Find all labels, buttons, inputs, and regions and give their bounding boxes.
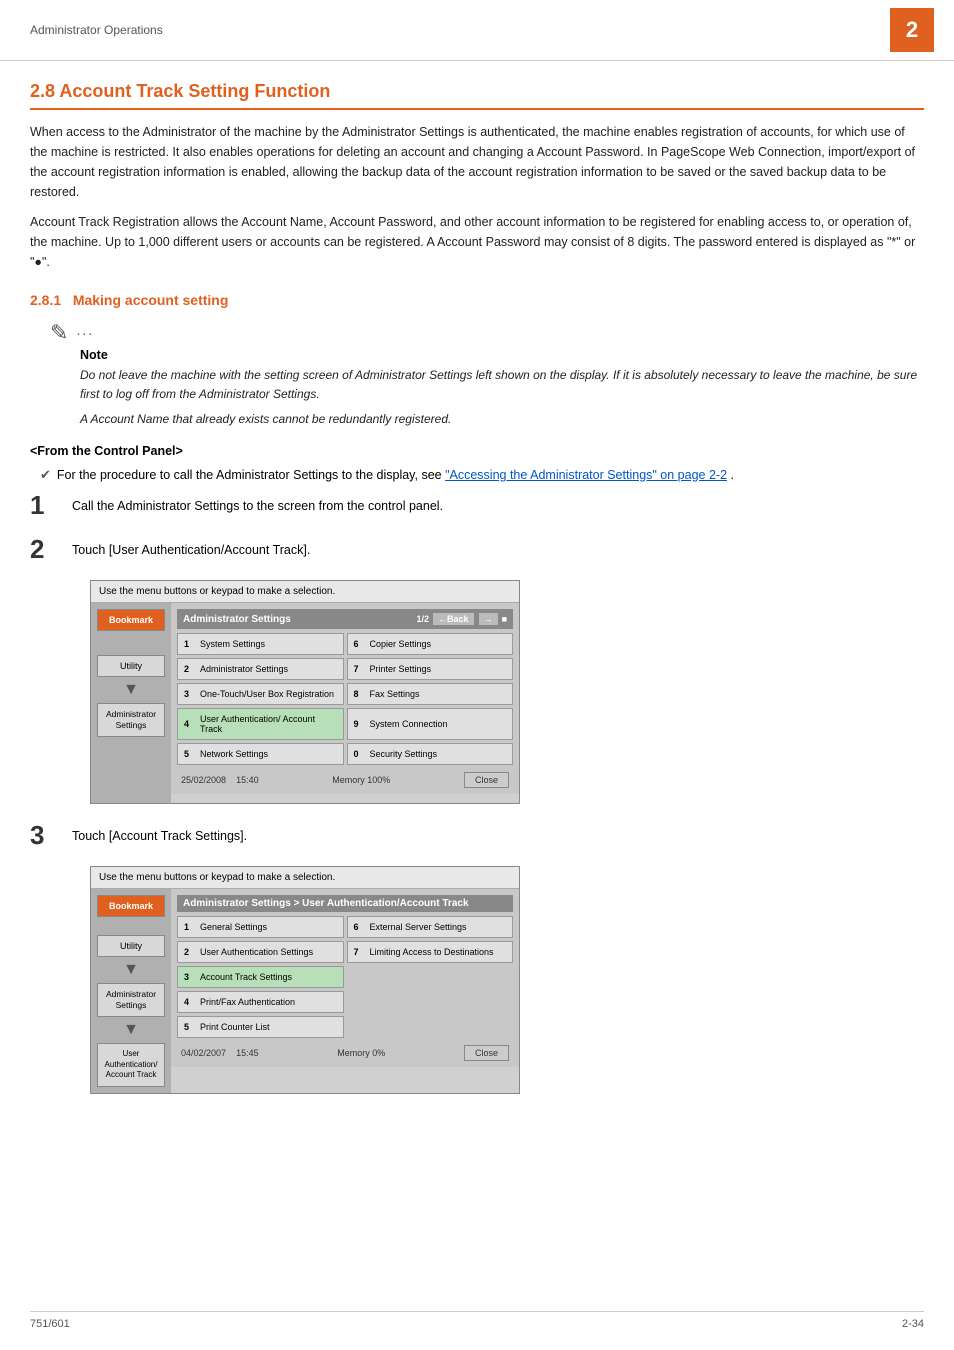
section-number: 2.8: [30, 81, 55, 101]
note-icon-row: ✎ ...: [50, 322, 924, 344]
screen1-grid: 1 System Settings 6 Copier Settings 2 Ad…: [177, 633, 513, 765]
sub-heading: 2.8.1 Making account setting: [30, 292, 924, 308]
screen1-btn-3[interactable]: 3 One-Touch/User Box Registration: [177, 683, 344, 705]
screen1-admin-btn[interactable]: Administrator Settings: [97, 703, 165, 737]
screen1-title: Administrator Settings: [183, 614, 291, 625]
screen2-btn-5[interactable]: 5 Print Counter List: [177, 1016, 344, 1038]
screen1-footer-memory: Memory 100%: [332, 775, 390, 785]
screen2-btn-6[interactable]: 6 External Server Settings: [347, 916, 514, 938]
screen2-inner: Administrator Settings > User Authentica…: [171, 889, 519, 1067]
screen1-footer-date: 25/02/2008 15:40: [181, 775, 259, 785]
subsection-title: Making account setting: [73, 292, 229, 308]
intro-para1: When access to the Administrator of the …: [30, 122, 924, 202]
step-3: 3 Touch [Account Track Settings].: [30, 822, 924, 848]
screen1-title-bar: Administrator Settings 1/2 ←Back → ■: [177, 609, 513, 629]
subsection-number: 2.8.1: [30, 292, 61, 308]
screen1-btn-8[interactable]: 8 Fax Settings: [347, 683, 514, 705]
screen2-footer: 04/02/2007 15:45 Memory 0% Close: [177, 1042, 513, 1061]
screen1-btn-1[interactable]: 1 System Settings: [177, 633, 344, 655]
screen1-close-btn[interactable]: Close: [464, 772, 509, 788]
screen2-sidebar-panel: Bookmark Utility ▼ Administrator Setting…: [91, 889, 519, 1092]
screen1-arrow-icon: ▼: [123, 681, 139, 699]
screen2-arrow1-icon: ▼: [123, 961, 139, 979]
screen1-inner: Administrator Settings 1/2 ←Back → ■ 1: [171, 603, 519, 794]
screen1-btn-6[interactable]: 6 Copier Settings: [347, 633, 514, 655]
step-1: 1 Call the Administrator Settings to the…: [30, 492, 924, 518]
screen2-btn-7[interactable]: 7 Limiting Access to Destinations: [347, 941, 514, 963]
step-2-text: Touch [User Authentication/Account Track…: [72, 536, 310, 560]
screen1-footer: 25/02/2008 15:40 Memory 100% Close: [177, 769, 513, 788]
footer-left: 751/601: [30, 1318, 70, 1330]
page-container: Administrator Operations 2 2.8 Account T…: [0, 0, 954, 1350]
note-text1: Do not leave the machine with the settin…: [80, 366, 924, 404]
step-1-number: 1: [30, 492, 58, 518]
screen2-bookmark-btn[interactable]: Bookmark: [97, 895, 165, 917]
step-3-number: 3: [30, 822, 58, 848]
screen2-content: Administrator Settings > User Authentica…: [171, 889, 519, 1092]
screen2-btn-2[interactable]: 2 User Authentication Settings: [177, 941, 344, 963]
control-panel-label: <From the Control Panel>: [30, 444, 924, 458]
screen2-admin-btn[interactable]: Administrator Settings: [97, 983, 165, 1017]
step-2: 2 Touch [User Authentication/Account Tra…: [30, 536, 924, 562]
screen1-btn-5[interactable]: 5 Network Settings: [177, 743, 344, 765]
section-title: Account Track Setting Function: [59, 81, 330, 101]
section-heading: 2.8 Account Track Setting Function: [30, 81, 924, 110]
checkmark-icon: ✔: [40, 467, 51, 483]
page-header: Administrator Operations 2: [0, 0, 954, 61]
footer-right: 2-34: [902, 1318, 924, 1330]
screen1-btn-7[interactable]: 7 Printer Settings: [347, 658, 514, 680]
screen1-content: Administrator Settings 1/2 ←Back → ■ 1: [171, 603, 519, 803]
screen-mockup-2: Use the menu buttons or keypad to make a…: [90, 866, 520, 1093]
note-symbol-icon: ✎: [50, 322, 68, 344]
screen1-instruction: Use the menu buttons or keypad to make a…: [91, 581, 519, 603]
main-content: 2.8 Account Track Setting Function When …: [0, 61, 954, 1134]
step-2-number: 2: [30, 536, 58, 562]
page-number: 2: [906, 17, 918, 43]
screen1-bookmark-btn[interactable]: Bookmark: [97, 609, 165, 631]
screen2-btn-4[interactable]: 4 Print/Fax Authentication: [177, 991, 344, 1013]
intro-para2: Account Track Registration allows the Ac…: [30, 212, 924, 272]
screen2-btn-1[interactable]: 1 General Settings: [177, 916, 344, 938]
screen2-utility-btn[interactable]: Utility: [97, 935, 165, 957]
screen2-empty-cell2: [347, 991, 514, 1013]
screen2-empty-cell: [347, 966, 514, 988]
bullet-text: For the procedure to call the Administra…: [57, 466, 734, 485]
screen1-btn-2[interactable]: 2 Administrator Settings: [177, 658, 344, 680]
bullet-item: ✔ For the procedure to call the Administ…: [40, 466, 924, 485]
screen2-footer-date: 04/02/2007 15:45: [181, 1048, 259, 1058]
screen1-sidebar: Bookmark Utility ▼ Administrator Setting…: [91, 603, 171, 803]
screen2-title-bar: Administrator Settings > User Authentica…: [177, 895, 513, 912]
page-footer: 751/601 2-34: [30, 1311, 924, 1330]
admin-settings-link[interactable]: "Accessing the Administrator Settings" o…: [445, 468, 727, 482]
screen1-btn-0[interactable]: 0 Security Settings: [347, 743, 514, 765]
screen1-btn-4[interactable]: 4 User Authentication/ Account Track: [177, 708, 344, 740]
screen2-footer-memory: Memory 0%: [337, 1048, 385, 1058]
screen2-title: Administrator Settings > User Authentica…: [183, 898, 469, 909]
screen2-empty-cell3: [347, 1016, 514, 1038]
screen1-forward-btn[interactable]: →: [478, 612, 499, 626]
screen2-user-auth-btn[interactable]: User Authentication/ Account Track: [97, 1043, 165, 1086]
screen1-nav: 1/2 ←Back → ■: [417, 612, 507, 626]
screen2-arrow2-icon: ▼: [123, 1021, 139, 1039]
step-3-text: Touch [Account Track Settings].: [72, 822, 247, 846]
note-label: Note: [80, 348, 924, 362]
note-container: ✎ ... Note Do not leave the machine with…: [50, 322, 924, 430]
screen2-grid: 1 General Settings 6 External Server Set…: [177, 916, 513, 1038]
page-number-box: 2: [890, 8, 934, 52]
note-dots: ...: [76, 322, 94, 338]
step-1-text: Call the Administrator Settings to the s…: [72, 492, 443, 516]
screen2-instruction: Use the menu buttons or keypad to make a…: [91, 867, 519, 889]
screen2-btn-3[interactable]: 3 Account Track Settings: [177, 966, 344, 988]
screen1-btn-9[interactable]: 9 System Connection: [347, 708, 514, 740]
screen1-back-btn[interactable]: ←Back: [432, 612, 475, 626]
header-title: Administrator Operations: [30, 23, 163, 37]
screen1-utility-btn[interactable]: Utility: [97, 655, 165, 677]
note-text2: A Account Name that already exists canno…: [80, 410, 924, 429]
screen-mockup-1: Use the menu buttons or keypad to make a…: [90, 580, 520, 804]
screen2-close-btn[interactable]: Close: [464, 1045, 509, 1061]
screen2-sidebar: Bookmark Utility ▼ Administrator Setting…: [91, 889, 171, 1092]
screen1-sidebar-panel: Bookmark Utility ▼ Administrator Setting…: [91, 603, 519, 803]
